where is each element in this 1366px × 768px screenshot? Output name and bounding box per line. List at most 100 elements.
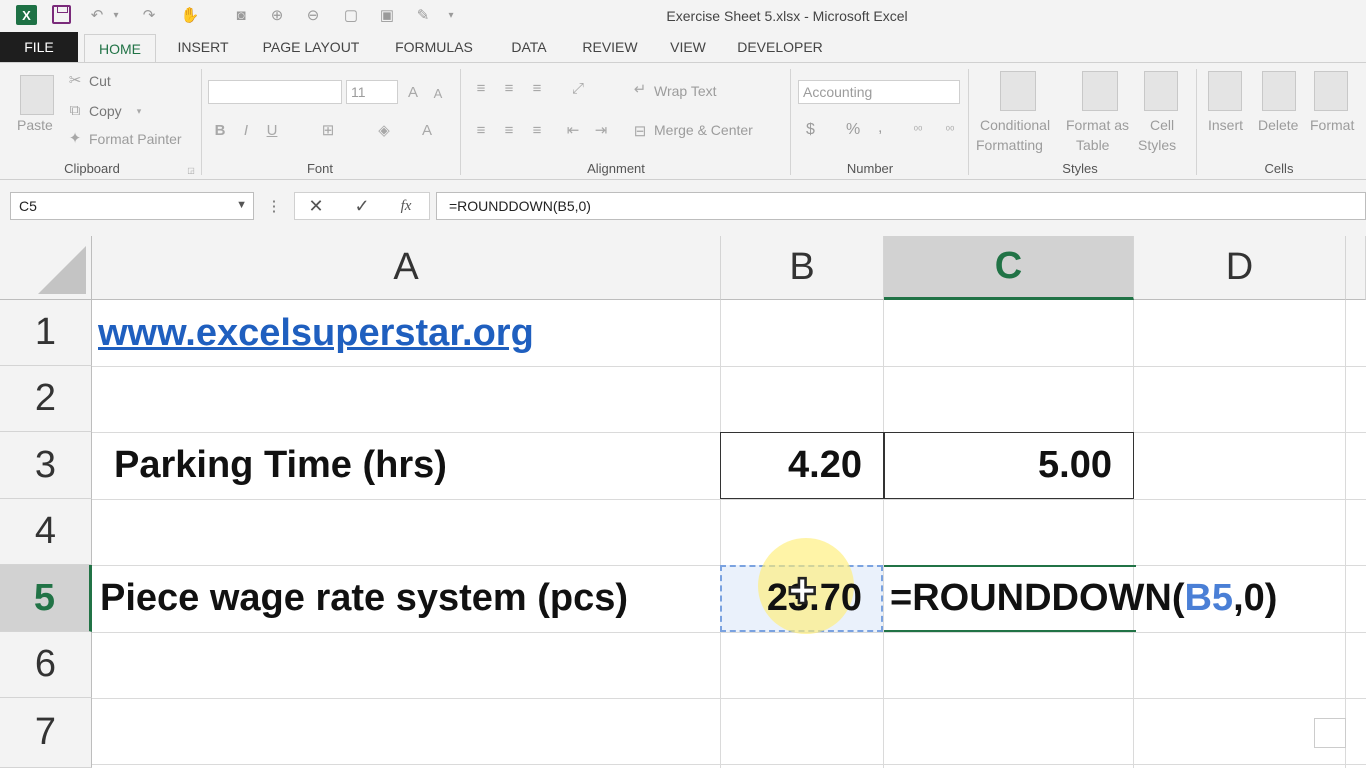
gridline [1345, 300, 1346, 768]
chevron-down-icon[interactable]: ▼ [236, 199, 247, 211]
increase-indent-icon[interactable]: ⇥ [590, 119, 612, 141]
currency-button[interactable]: $ [806, 121, 815, 139]
merge-center-icon[interactable]: ⊟ [630, 121, 650, 141]
tab-developer[interactable]: DEVELOPER [730, 32, 830, 62]
decrease-decimal-icon[interactable]: ⁰⁰ [938, 119, 962, 141]
enter-icon[interactable]: ✓ [351, 195, 373, 217]
row-header-6[interactable]: 6 [0, 632, 92, 698]
select-all-button[interactable] [0, 236, 92, 300]
fill-color-icon[interactable]: ◈ [374, 119, 394, 141]
cell-c3[interactable]: 5.00 [886, 432, 1112, 499]
gridline [92, 632, 1366, 633]
paste-icon[interactable] [20, 75, 54, 115]
align-middle-icon[interactable]: ≡ [498, 77, 520, 99]
insert-cells-icon[interactable] [1208, 71, 1242, 111]
borders-icon[interactable]: ⊞ [318, 119, 338, 141]
styles-group-label: Styles [1062, 161, 1098, 176]
wrap-text-icon[interactable]: ↵ [630, 79, 650, 99]
divider [1196, 69, 1197, 175]
row-header-1[interactable]: 1 [0, 300, 92, 366]
delete-cells-icon[interactable] [1262, 71, 1296, 111]
insert-function-icon[interactable]: fx [395, 195, 417, 217]
row-header-3[interactable]: 3 [0, 432, 92, 499]
cell-styles-label-1[interactable]: Cell [1150, 117, 1174, 133]
column-header-e[interactable] [1346, 236, 1366, 300]
align-center-icon[interactable]: ≡ [498, 119, 520, 141]
tab-formulas[interactable]: FORMULAS [384, 32, 484, 62]
tab-home[interactable]: HOME [84, 34, 156, 63]
orientation-icon[interactable]: ⤢ [564, 77, 592, 99]
format-painter-icon[interactable]: ✦ [66, 129, 84, 147]
broken-image-icon [1314, 718, 1346, 748]
gridline [92, 366, 1366, 367]
underline-button[interactable]: U [264, 119, 280, 141]
tab-page-layout[interactable]: PAGE LAYOUT [252, 32, 370, 62]
format-cells-icon[interactable] [1314, 71, 1348, 111]
gridline [92, 698, 1366, 699]
font-color-icon[interactable]: A [418, 119, 436, 141]
gridline [92, 499, 1366, 500]
bold-button[interactable]: B [212, 119, 228, 141]
cell-styles-icon[interactable] [1144, 71, 1178, 111]
percent-button[interactable]: % [846, 121, 860, 139]
row-header-2[interactable]: 2 [0, 366, 92, 432]
italic-button[interactable]: I [238, 119, 254, 141]
cell-a3[interactable]: Parking Time (hrs) [114, 432, 447, 499]
row-header-7[interactable]: 7 [0, 698, 92, 768]
format-as-table-icon[interactable] [1082, 71, 1118, 111]
conditional-formatting-label-2[interactable]: Formatting [976, 137, 1043, 153]
copy-button[interactable]: Copy [89, 103, 122, 119]
conditional-formatting-label-1[interactable]: Conditional [980, 117, 1050, 133]
tab-view[interactable]: VIEW [660, 32, 716, 62]
cell-a1-link[interactable]: www.excelsuperstar.org [98, 300, 534, 366]
window-title: Exercise Sheet 5.xlsx - Microsoft Excel [666, 8, 908, 24]
wrap-text-button[interactable]: Wrap Text [654, 83, 717, 99]
align-left-icon[interactable]: ≡ [470, 119, 492, 141]
cut-icon[interactable]: ✂ [66, 71, 84, 89]
column-header-b[interactable]: B [721, 236, 884, 300]
tab-data[interactable]: DATA [498, 32, 560, 62]
cancel-icon[interactable]: ✕ [305, 195, 327, 217]
copy-icon[interactable]: ⧉ [66, 101, 84, 119]
format-as-table-label-1[interactable]: Format as [1066, 117, 1129, 133]
merge-center-button[interactable]: Merge & Center [654, 122, 753, 138]
column-header-d[interactable]: D [1134, 236, 1346, 300]
cut-button[interactable]: Cut [89, 73, 111, 89]
row-header-4[interactable]: 4 [0, 499, 92, 565]
column-header-a[interactable]: A [92, 236, 721, 300]
font-name-box[interactable] [208, 80, 342, 104]
tab-file[interactable]: FILE [0, 32, 78, 62]
cell-a5[interactable]: Piece wage rate system (pcs) [100, 565, 628, 632]
copy-dropdown-icon[interactable]: ▾ [134, 103, 144, 119]
cell-c5-editing[interactable]: =ROUNDDOWN(B5,0) [890, 565, 1277, 632]
delete-cells-button[interactable]: Delete [1258, 117, 1298, 133]
number-format-box[interactable]: Accounting [798, 80, 960, 104]
format-painter-button[interactable]: Format Painter [89, 131, 182, 147]
comma-button[interactable]: , [878, 119, 882, 137]
cell-styles-label-2[interactable]: Styles [1138, 137, 1176, 153]
paste-button[interactable]: Paste [17, 117, 53, 133]
format-cells-button[interactable]: Format [1310, 117, 1354, 133]
name-box[interactable]: C5 ▼ [10, 192, 254, 220]
column-header-c[interactable]: C [884, 236, 1134, 300]
format-as-table-label-2[interactable]: Table [1076, 137, 1109, 153]
align-top-icon[interactable]: ≡ [470, 77, 492, 99]
divider [790, 69, 791, 175]
tab-review[interactable]: REVIEW [574, 32, 646, 62]
grow-font-icon[interactable]: A [404, 81, 422, 103]
align-right-icon[interactable]: ≡ [526, 119, 548, 141]
clipboard-launcher-icon[interactable]: ◲ [186, 165, 196, 175]
row-header-5[interactable]: 5 [0, 565, 92, 632]
more-options-icon[interactable]: ⋮ [267, 196, 282, 216]
formula-input[interactable]: =ROUNDDOWN(B5,0) [436, 192, 1366, 220]
shrink-font-icon[interactable]: A [430, 83, 446, 103]
tab-insert[interactable]: INSERT [168, 32, 238, 62]
insert-cells-button[interactable]: Insert [1208, 117, 1243, 133]
increase-decimal-icon[interactable]: ⁰⁰ [906, 119, 930, 141]
decrease-indent-icon[interactable]: ⇤ [562, 119, 584, 141]
cells-group-label: Cells [1264, 161, 1294, 176]
font-size-box[interactable]: 11 [346, 80, 398, 104]
align-bottom-icon[interactable]: ≡ [526, 77, 548, 99]
cell-b3[interactable]: 4.20 [722, 432, 862, 499]
conditional-formatting-icon[interactable] [1000, 71, 1036, 111]
